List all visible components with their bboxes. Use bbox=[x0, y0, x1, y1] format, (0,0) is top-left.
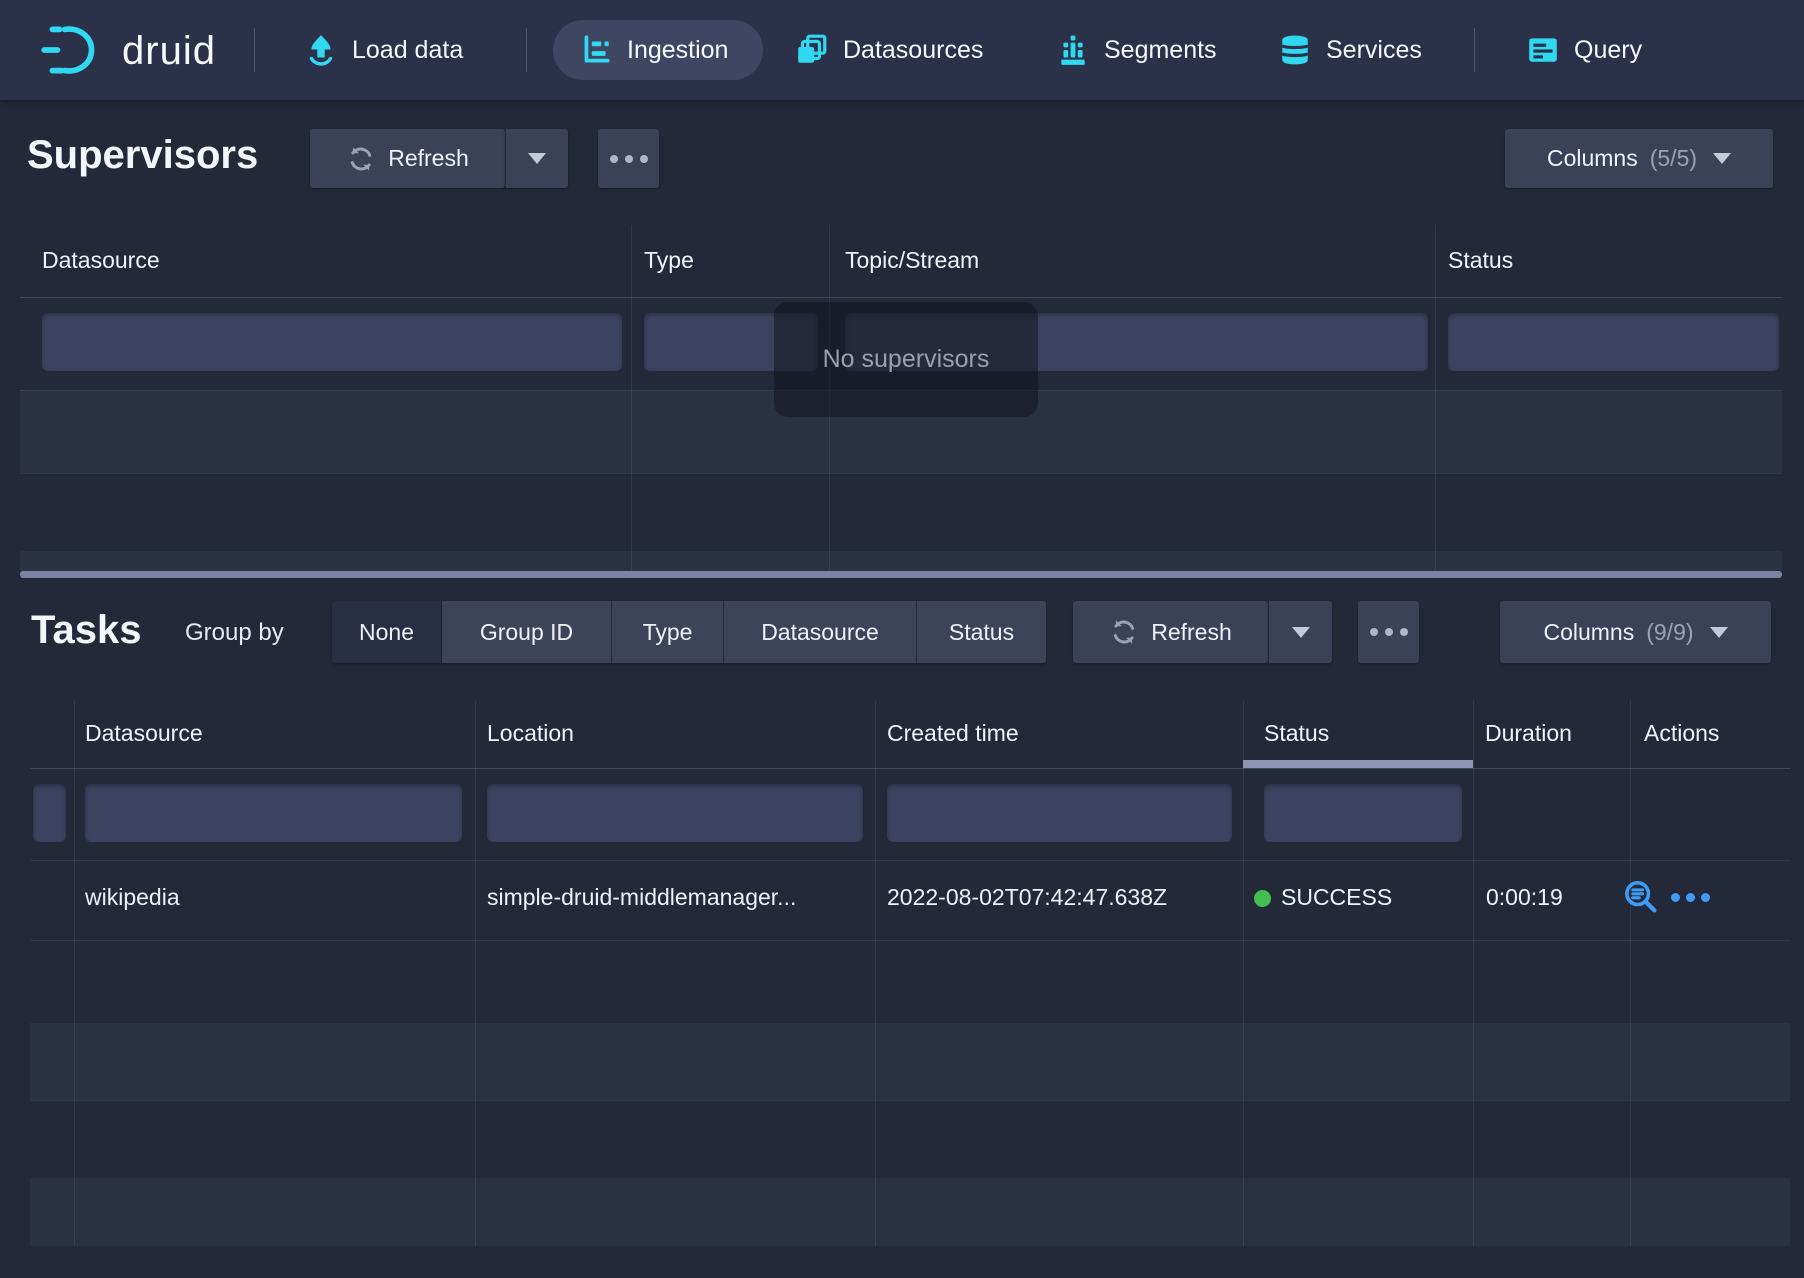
query-icon bbox=[1526, 33, 1560, 67]
tasks-table: Datasource Location Created time Status … bbox=[30, 700, 1790, 1246]
nav-item-services[interactable]: Services bbox=[1278, 0, 1422, 100]
services-icon bbox=[1278, 33, 1312, 67]
hidden-column-filter-input[interactable] bbox=[33, 784, 66, 842]
no-supervisors-overlay: No supervisors bbox=[774, 302, 1038, 417]
page-title-tasks: Tasks bbox=[31, 608, 141, 653]
group-by-datasource-button[interactable]: Datasource bbox=[724, 601, 917, 663]
page-title-supervisors: Supervisors bbox=[27, 133, 258, 178]
nav-item-load-data[interactable]: Load data bbox=[304, 0, 463, 100]
supervisors-refresh-dropdown-button[interactable] bbox=[505, 129, 568, 188]
group-by-none-button[interactable]: None bbox=[332, 601, 442, 663]
column-header-actions[interactable]: Actions bbox=[1644, 720, 1719, 747]
supervisors-refresh-button[interactable]: Refresh bbox=[310, 129, 505, 188]
table-row-empty bbox=[20, 551, 1782, 571]
datasource-cell[interactable]: wikipedia bbox=[85, 884, 465, 911]
tasks-columns-button[interactable]: Columns (9/9) bbox=[1500, 601, 1771, 663]
column-header-status[interactable]: Status bbox=[1264, 720, 1329, 747]
nav-item-segments[interactable]: Segments bbox=[1056, 0, 1217, 100]
tasks-more-button[interactable] bbox=[1358, 601, 1419, 663]
group-by-status-button[interactable]: Status bbox=[917, 601, 1046, 663]
caret-down-icon bbox=[1292, 627, 1310, 638]
datasource-filter-input[interactable] bbox=[85, 784, 462, 842]
column-header-topic-stream[interactable]: Topic/Stream bbox=[845, 247, 979, 274]
nav-divider bbox=[526, 28, 527, 72]
magnifier-details-icon bbox=[1622, 878, 1658, 914]
nav-item-datasources[interactable]: Datasources bbox=[795, 0, 983, 100]
druid-logo-icon bbox=[40, 22, 108, 78]
caret-down-icon bbox=[1713, 153, 1731, 164]
supervisors-columns-button[interactable]: Columns (5/5) bbox=[1505, 129, 1773, 188]
datasources-icon bbox=[795, 33, 829, 67]
column-header-type[interactable]: Type bbox=[644, 247, 694, 274]
table-row-empty bbox=[30, 1178, 1790, 1246]
nav-divider bbox=[1474, 28, 1475, 72]
group-by-label: Group by bbox=[185, 619, 284, 647]
column-header-status[interactable]: Status bbox=[1448, 247, 1513, 274]
sort-indicator bbox=[1243, 760, 1473, 768]
nav-item-ingestion[interactable]: Ingestion bbox=[553, 20, 763, 80]
duration-cell[interactable]: 0:00:19 bbox=[1486, 884, 1626, 911]
group-by-group-id-button[interactable]: Group ID bbox=[442, 601, 612, 663]
caret-down-icon bbox=[528, 153, 546, 164]
navbar: druid Load data Ingestion Datasources bbox=[0, 0, 1804, 100]
nav-divider bbox=[254, 28, 255, 72]
location-cell[interactable]: simple-druid-middlemanager... bbox=[487, 884, 867, 911]
task-actions-more-button[interactable] bbox=[1671, 893, 1710, 902]
success-status-dot bbox=[1254, 890, 1271, 907]
tasks-refresh-dropdown-button[interactable] bbox=[1268, 601, 1332, 663]
segments-icon bbox=[1056, 33, 1090, 67]
nav-item-query[interactable]: Query bbox=[1526, 0, 1642, 100]
logo-text[interactable]: druid bbox=[122, 29, 216, 74]
tasks-refresh-button[interactable]: Refresh bbox=[1073, 601, 1268, 663]
table-row-empty bbox=[30, 1023, 1790, 1100]
supervisors-table: Datasource Type Topic/Stream Status No s… bbox=[20, 225, 1782, 578]
status-filter-input[interactable] bbox=[1448, 313, 1779, 371]
column-header-datasource[interactable]: Datasource bbox=[85, 720, 203, 747]
location-filter-input[interactable] bbox=[487, 784, 863, 842]
status-filter-input[interactable] bbox=[1264, 784, 1462, 842]
more-icon bbox=[610, 155, 648, 163]
group-by-button-group: None Group ID Type Datasource Status bbox=[332, 601, 1046, 663]
empty-message: No supervisors bbox=[823, 345, 990, 374]
created-time-filter-input[interactable] bbox=[887, 784, 1232, 842]
refresh-icon bbox=[1109, 617, 1139, 647]
caret-down-icon bbox=[1710, 627, 1728, 638]
refresh-icon bbox=[346, 144, 376, 174]
column-header-duration[interactable]: Duration bbox=[1485, 720, 1572, 747]
column-header-datasource[interactable]: Datasource bbox=[42, 247, 160, 274]
horizontal-scrollbar[interactable] bbox=[20, 571, 1782, 578]
supervisors-more-button[interactable] bbox=[598, 129, 659, 188]
group-by-type-button[interactable]: Type bbox=[612, 601, 724, 663]
datasource-filter-input[interactable] bbox=[42, 313, 622, 371]
column-header-created-time[interactable]: Created time bbox=[887, 720, 1019, 747]
status-cell[interactable]: SUCCESS bbox=[1254, 884, 1466, 911]
column-header-location[interactable]: Location bbox=[487, 720, 574, 747]
ingestion-icon bbox=[579, 33, 613, 67]
more-icon bbox=[1370, 628, 1408, 636]
upload-icon bbox=[304, 33, 338, 67]
created-time-cell[interactable]: 2022-08-02T07:42:47.638Z bbox=[887, 884, 1237, 911]
more-icon bbox=[1671, 893, 1710, 902]
inspect-task-button[interactable] bbox=[1622, 878, 1658, 914]
